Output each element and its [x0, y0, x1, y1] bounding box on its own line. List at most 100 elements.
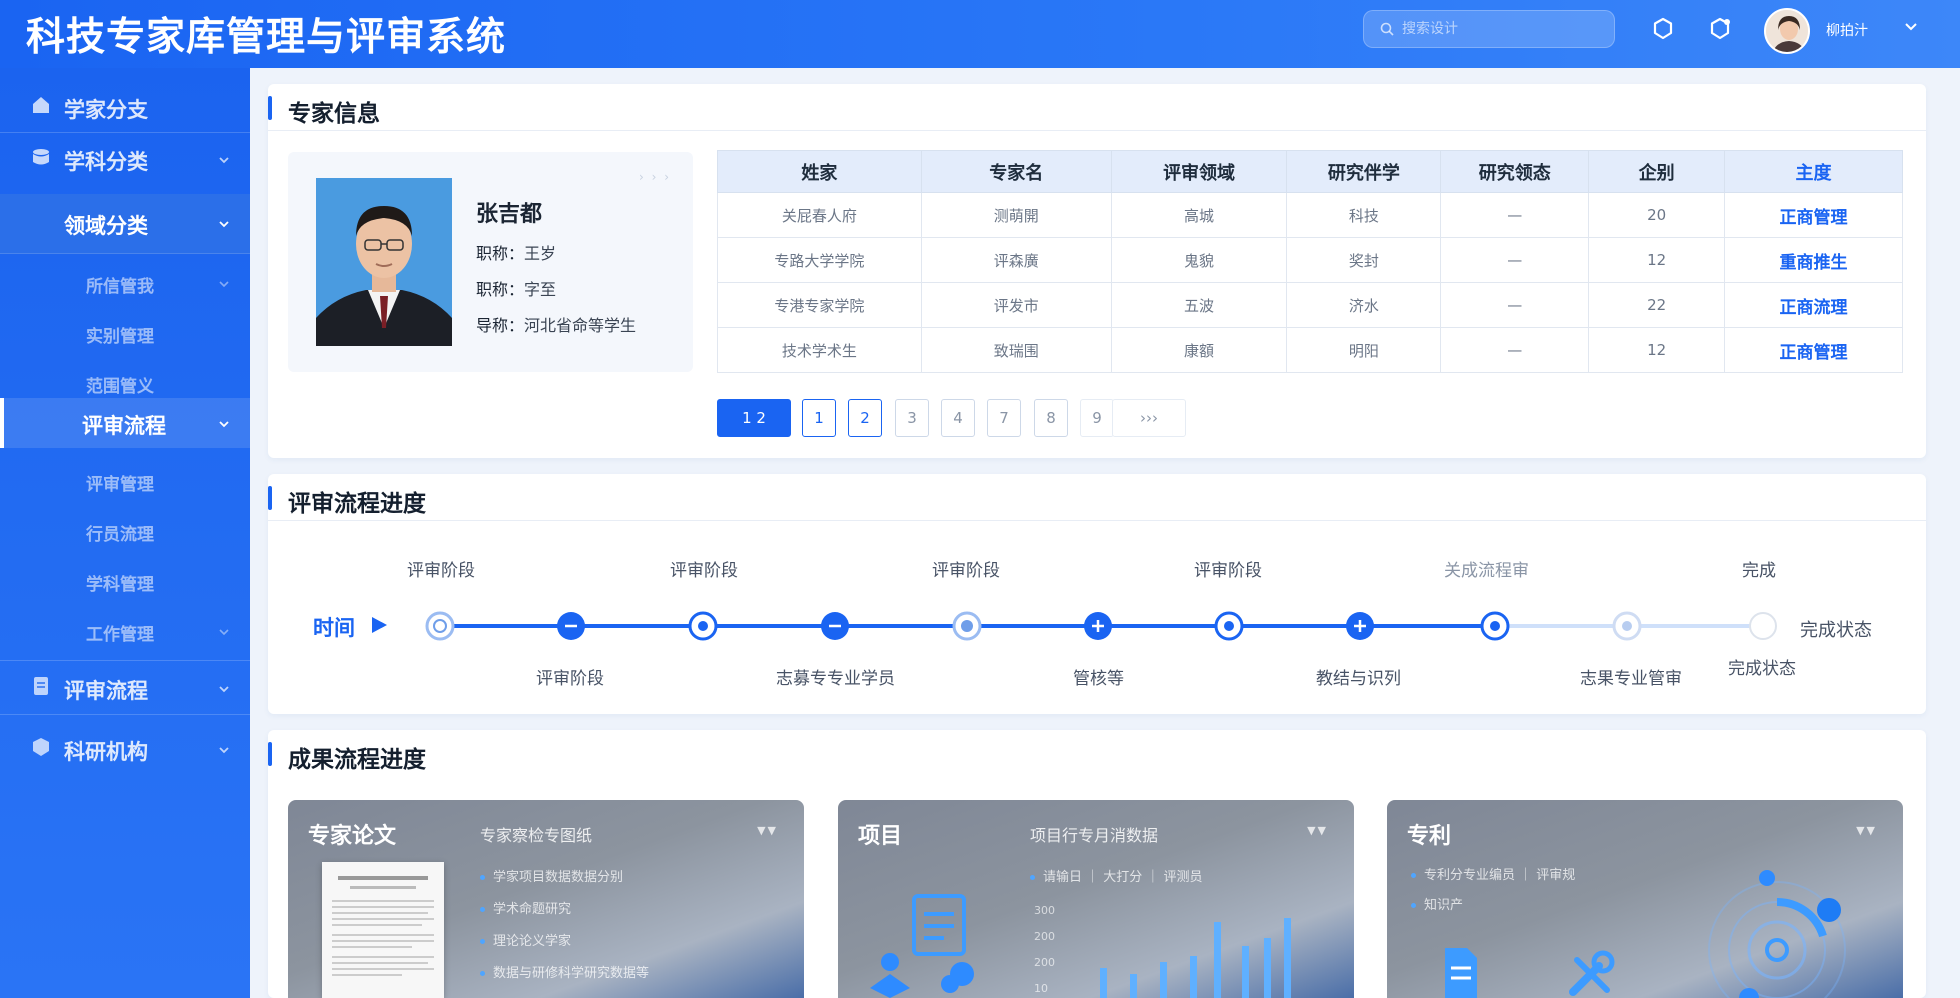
sidebar-item-discipline-branch[interactable]: 学家分支	[0, 90, 250, 130]
table-header-cell[interactable]: 专家名	[920, 150, 1112, 193]
timeline-node-end[interactable]	[1748, 611, 1778, 641]
table-cell: 高城	[1110, 192, 1288, 238]
table-cell: 济水	[1286, 282, 1442, 328]
timeline-top-label: 评审阶段	[932, 561, 1000, 581]
table-cell: —	[1440, 282, 1590, 328]
result-card-projects[interactable]: 项目 项目行专月消数据 ▼▼ 请输日 ｜ 大打分 ｜ 评测员 300 200 2…	[838, 800, 1354, 998]
table-action-link[interactable]: 重商推生	[1724, 237, 1903, 283]
table-header-cell[interactable]: 主度	[1724, 150, 1903, 193]
more-indicator[interactable]: › › ›	[639, 170, 671, 184]
table-cell: 12	[1588, 237, 1726, 283]
chart-axis-tick: 10	[1034, 982, 1048, 995]
timeline-top-label: 评审阶段	[1194, 561, 1262, 581]
pager-next-button[interactable]: ›››	[1112, 399, 1186, 437]
card-menu-icon[interactable]: ▼▼	[1307, 824, 1328, 837]
timeline-node-7[interactable]	[1214, 611, 1244, 641]
sidebar: 学家分支 学科分类 领域分类 所信管我 实别管理 范围管义 评审流程 评审管理 …	[0, 68, 250, 998]
sidebar-subitem-1[interactable]: 所信管我	[0, 264, 250, 304]
table-header-cell[interactable]: 评审领域	[1110, 150, 1288, 193]
chevron-down-icon[interactable]	[1904, 22, 1918, 32]
table-action-link[interactable]: 正商流理	[1724, 282, 1903, 328]
table-cell: —	[1440, 237, 1590, 283]
plus-circle-icon[interactable]	[1345, 611, 1375, 641]
sidebar-divider	[0, 660, 250, 661]
sidebar-subitem-7[interactable]: 工作管理	[0, 612, 250, 652]
table-cell: 康額	[1110, 327, 1288, 373]
pager-current-button[interactable]: 1 2	[717, 399, 791, 437]
section-title: 评审流程进度	[288, 491, 426, 517]
sidebar-item-label: 所信管我	[86, 277, 154, 297]
plus-circle-icon[interactable]	[1083, 611, 1113, 641]
timeline-top-label: 评审阶段	[670, 561, 738, 581]
user-avatar[interactable]	[1764, 8, 1810, 54]
timeline-top-label: 完成	[1742, 561, 1776, 581]
timeline-node-3[interactable]	[688, 611, 718, 641]
sidebar-subitem-4[interactable]: 评审管理	[0, 462, 250, 502]
timeline-node-5[interactable]	[952, 611, 982, 641]
section-divider	[268, 520, 1926, 521]
notification-icon[interactable]	[1707, 16, 1733, 42]
sidebar-item-label: 学科管理	[86, 575, 154, 595]
settings-icon[interactable]	[1650, 16, 1676, 42]
search-box[interactable]	[1363, 10, 1615, 48]
timeline-top-label: 关成流程审	[1444, 561, 1529, 581]
table-cell: 评森廣	[920, 237, 1112, 283]
table-header-cell[interactable]: 研究伴学	[1286, 150, 1442, 193]
cube-icon	[33, 738, 49, 756]
card-menu-icon[interactable]: ▼▼	[757, 824, 778, 837]
minus-circle-icon[interactable]	[820, 611, 850, 641]
sidebar-divider	[0, 132, 250, 133]
sidebar-item-label: 领域分类	[64, 214, 148, 238]
result-card-papers[interactable]: 专家论文 专家察检专图纸 ▼▼ 学家项目数据数据分别 学术命题研究 理论论义学家…	[288, 800, 804, 998]
table-header-cell[interactable]: 姓家	[717, 150, 922, 193]
sidebar-item-subject-category[interactable]: 学科分类	[0, 142, 250, 182]
user-name[interactable]: 柳拍汁	[1826, 20, 1868, 40]
document-icon	[1445, 948, 1477, 998]
table-header-cell[interactable]: 企别	[1588, 150, 1726, 193]
pager-page-button[interactable]: 7	[987, 399, 1021, 437]
table-row[interactable]: 专路大学学院 评森廣 鬼貌 奖封 — 12 重商推生	[717, 237, 1903, 283]
card-bullet: 理论论义学家	[480, 930, 571, 949]
database-icon	[33, 149, 49, 165]
expert-table: 姓家 专家名 评审领域 研究伴学 研究领态 企别 主度 关屁春人府 测萌開 高城…	[717, 150, 1903, 373]
sidebar-item-review-process[interactable]: 评审流程	[0, 398, 250, 448]
pager-page-button[interactable]: 1	[802, 399, 836, 437]
table-cell: 20	[1588, 192, 1726, 238]
mini-bar-chart	[1100, 918, 1291, 998]
pager-page-button[interactable]: 4	[941, 399, 975, 437]
search-input[interactable]	[1402, 17, 1602, 41]
table-row[interactable]: 关屁春人府 测萌開 高城 科技 — 20 正商管理	[717, 192, 1903, 238]
pager-page-button[interactable]: 3	[895, 399, 929, 437]
timeline-node-10[interactable]	[1612, 611, 1642, 641]
chevron-down-icon	[219, 421, 229, 428]
minus-circle-icon[interactable]	[556, 611, 586, 641]
result-card-patents[interactable]: 专利 ▼▼ 专利分专业编员 ｜ 评审规 知识产	[1387, 800, 1903, 998]
table-cell: 致瑞围	[920, 327, 1112, 373]
table-row[interactable]: 技术学术生 致瑞围 康額 明阳 — 12 正商管理	[717, 327, 1903, 373]
sidebar-item-research-institutions[interactable]: 科研机构	[0, 722, 250, 772]
card-subtitle: 项目行专月消数据	[1030, 826, 1159, 845]
sidebar-item-label: 学家分支	[64, 98, 148, 122]
table-action-link[interactable]: 正商管理	[1724, 192, 1903, 238]
table-action-link[interactable]: 正商管理	[1724, 327, 1903, 373]
timeline-node-1[interactable]	[425, 611, 455, 641]
sidebar-subitem-2[interactable]: 实别管理	[0, 314, 250, 354]
pager-page-button[interactable]: 8	[1034, 399, 1068, 437]
sidebar-item-review-flow[interactable]: 评审流程	[0, 662, 250, 712]
table-cell: 测萌開	[920, 192, 1112, 238]
card-bullet: 专利分专业编员 ｜ 评审规	[1411, 864, 1575, 883]
expert-profile-card[interactable]: 张吉都 职称：王岁 职称：字至 导称：河北省命等学生 › › ›	[288, 152, 693, 372]
timeline-node-9[interactable]	[1480, 611, 1510, 641]
document-icon	[34, 677, 48, 695]
sidebar-subitem-5[interactable]: 行员流理	[0, 512, 250, 552]
chevron-down-icon	[219, 686, 229, 693]
card-menu-icon[interactable]: ▼▼	[1856, 824, 1877, 837]
table-row[interactable]: 专港专家学院 评发市 五波 济水 — 22 正商流理	[717, 282, 1903, 328]
sidebar-item-domain-category[interactable]: 领域分类	[0, 196, 250, 252]
pager-page-button[interactable]: 9	[1080, 399, 1114, 437]
table-header-cell[interactable]: 研究领态	[1440, 150, 1590, 193]
sidebar-item-label: 评审流程	[82, 414, 166, 438]
pager-page-button[interactable]: 2	[848, 399, 882, 437]
sidebar-subitem-6[interactable]: 学科管理	[0, 562, 250, 602]
table-cell: 12	[1588, 327, 1726, 373]
